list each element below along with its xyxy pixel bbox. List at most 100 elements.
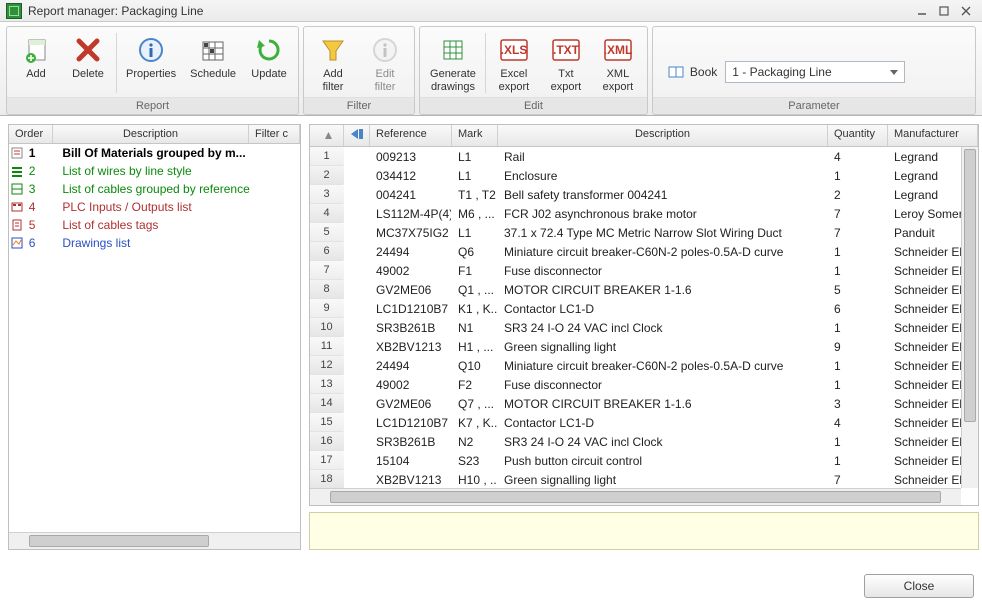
hdr-qty[interactable]: Quantity bbox=[828, 125, 888, 146]
cell-mark: L1 bbox=[452, 150, 498, 164]
hdr-goto[interactable] bbox=[344, 125, 370, 146]
minimize-button[interactable] bbox=[912, 4, 932, 18]
cell-ref: LS112M-4P(4) bbox=[370, 207, 452, 221]
table-row[interactable]: 1715104S23Push button circuit control1Sc… bbox=[310, 451, 978, 470]
cell-qty: 1 bbox=[828, 359, 888, 373]
update-button[interactable]: Update bbox=[243, 29, 295, 97]
cell-desc: Contactor LC1-D bbox=[498, 416, 828, 430]
excel-export-button[interactable]: .XLS Excel export bbox=[488, 29, 540, 97]
cell-qty: 1 bbox=[828, 264, 888, 278]
cell-qty: 1 bbox=[828, 169, 888, 183]
table-row[interactable]: 8GV2ME06Q1 , ...MOTOR CIRCUIT BREAKER 1-… bbox=[310, 280, 978, 299]
cell-mark: N2 bbox=[452, 435, 498, 449]
cell-ref: 15104 bbox=[370, 454, 452, 468]
grid-vscroll[interactable] bbox=[961, 147, 978, 488]
edit-filter-button[interactable]: Edit filter bbox=[359, 29, 411, 97]
maximize-button[interactable] bbox=[934, 4, 954, 18]
row-number: 14 bbox=[310, 394, 344, 413]
table-row[interactable]: 9LC1D1210B7K1 , K...Contactor LC1-D6Schn… bbox=[310, 299, 978, 318]
xml-icon: .XML bbox=[602, 34, 634, 66]
hdr-rownum[interactable]: ▲ bbox=[310, 125, 344, 146]
ribbon-group-parameter: Book 1 - Packaging Line Parameter bbox=[652, 26, 976, 115]
table-row[interactable]: 10SR3B261BN1SR3 24 I-O 24 VAC incl Clock… bbox=[310, 318, 978, 337]
properties-button[interactable]: Properties bbox=[119, 29, 183, 97]
row-number: 10 bbox=[310, 318, 344, 337]
close-window-button[interactable] bbox=[956, 4, 976, 18]
hdr-filter[interactable]: Filter c bbox=[249, 125, 300, 143]
cell-desc: Miniature circuit breaker-C60N-2 poles-0… bbox=[498, 359, 828, 373]
hdr-order[interactable]: Order bbox=[9, 125, 53, 143]
table-row[interactable]: 5MC37X75IG2L137.1 x 72.4 Type MC Metric … bbox=[310, 223, 978, 242]
table-row[interactable]: 11XB2BV1213H1 , ...Green signalling ligh… bbox=[310, 337, 978, 356]
ribbon-group-report: Add Delete Properties Schedule Update Re… bbox=[6, 26, 299, 115]
report-list-row[interactable]: 5List of cables tags bbox=[9, 216, 300, 234]
table-row[interactable]: 14GV2ME06Q7 , ...MOTOR CIRCUIT BREAKER 1… bbox=[310, 394, 978, 413]
table-row[interactable]: 1224494Q10Miniature circuit breaker-C60N… bbox=[310, 356, 978, 375]
cell-mark: H1 , ... bbox=[452, 340, 498, 354]
cell-mark: F2 bbox=[452, 378, 498, 392]
delete-button[interactable]: Delete bbox=[62, 29, 114, 97]
hdr-description[interactable]: Description bbox=[53, 125, 249, 143]
cell-mark: H10 , ... bbox=[452, 473, 498, 487]
add-filter-button[interactable]: Add filter bbox=[307, 29, 359, 97]
report-list-row[interactable]: 2List of wires by line style bbox=[9, 162, 300, 180]
cell-mark: K1 , K... bbox=[452, 302, 498, 316]
table-row[interactable]: 1349002F2Fuse disconnector1Schneider Ele… bbox=[310, 375, 978, 394]
row-icon bbox=[9, 163, 25, 179]
row-desc: Drawings list bbox=[62, 236, 255, 250]
table-row[interactable]: 749002F1Fuse disconnector1Schneider Elec… bbox=[310, 261, 978, 280]
delete-icon bbox=[72, 34, 104, 66]
cell-mark: L1 bbox=[452, 169, 498, 183]
txt-export-button[interactable]: .TXT Txt export bbox=[540, 29, 592, 97]
ribbon: Add Delete Properties Schedule Update Re… bbox=[0, 22, 982, 116]
report-list-row[interactable]: 6Drawings list bbox=[9, 234, 300, 252]
cell-desc: Fuse disconnector bbox=[498, 264, 828, 278]
row-order: 3 bbox=[27, 182, 63, 196]
cell-mark: S23 bbox=[452, 454, 498, 468]
svg-text:.XML: .XML bbox=[604, 43, 633, 57]
close-button[interactable]: Close bbox=[864, 574, 974, 598]
cell-mark: M6 , ... bbox=[452, 207, 498, 221]
cell-mark: Q6 bbox=[452, 245, 498, 259]
table-row[interactable]: 18XB2BV1213H10 , ...Green signalling lig… bbox=[310, 470, 978, 488]
table-row[interactable]: 624494Q6Miniature circuit breaker-C60N-2… bbox=[310, 242, 978, 261]
report-list-row[interactable]: 4PLC Inputs / Outputs list bbox=[9, 198, 300, 216]
cell-mark: Q7 , ... bbox=[452, 397, 498, 411]
book-icon bbox=[668, 65, 684, 79]
cell-ref: LC1D1210B7 bbox=[370, 302, 452, 316]
cell-qty: 4 bbox=[828, 416, 888, 430]
row-order: 4 bbox=[27, 200, 63, 214]
table-row[interactable]: 3004241T1 , T2Bell safety transformer 00… bbox=[310, 185, 978, 204]
xls-icon: .XLS bbox=[498, 34, 530, 66]
report-list-row[interactable]: 3List of cables grouped by reference bbox=[9, 180, 300, 198]
cell-mark: Q1 , ... bbox=[452, 283, 498, 297]
row-desc: Bill Of Materials grouped by m... bbox=[62, 146, 255, 160]
cell-qty: 7 bbox=[828, 207, 888, 221]
group-label-report: Report bbox=[7, 97, 298, 114]
grid-hscroll[interactable] bbox=[310, 488, 961, 505]
cell-ref: 004241 bbox=[370, 188, 452, 202]
row-number: 7 bbox=[310, 261, 344, 280]
xml-export-button[interactable]: .XML XML export bbox=[592, 29, 644, 97]
table-row[interactable]: 16SR3B261BN2SR3 24 I-O 24 VAC incl Clock… bbox=[310, 432, 978, 451]
data-grid-pane: ▲ Reference Mark Description Quantity Ma… bbox=[309, 124, 979, 550]
app-icon bbox=[6, 3, 22, 19]
left-hscroll[interactable] bbox=[9, 532, 300, 549]
hdr-reference[interactable]: Reference bbox=[370, 125, 452, 146]
cell-ref: 49002 bbox=[370, 378, 452, 392]
table-row[interactable]: 1009213L1Rail4Legrand bbox=[310, 147, 978, 166]
report-list-row[interactable]: 1Bill Of Materials grouped by m... bbox=[9, 144, 300, 162]
schedule-button[interactable]: Schedule bbox=[183, 29, 243, 97]
cell-desc: MOTOR CIRCUIT BREAKER 1-1.6 bbox=[498, 397, 828, 411]
table-row[interactable]: 4LS112M-4P(4)M6 , ...FCR J02 asynchronou… bbox=[310, 204, 978, 223]
hdr-desc[interactable]: Description bbox=[498, 125, 828, 146]
table-row[interactable]: 2034412L1Enclosure1Legrand bbox=[310, 166, 978, 185]
cell-desc: Fuse disconnector bbox=[498, 378, 828, 392]
generate-drawings-button[interactable]: Generate drawings bbox=[423, 29, 483, 97]
add-button[interactable]: Add bbox=[10, 29, 62, 97]
hdr-man[interactable]: Manufacturer bbox=[888, 125, 978, 146]
parameter-combo[interactable]: 1 - Packaging Line bbox=[725, 61, 905, 83]
add-icon bbox=[20, 34, 52, 66]
hdr-mark[interactable]: Mark bbox=[452, 125, 498, 146]
table-row[interactable]: 15LC1D1210B7K7 , K...Contactor LC1-D4Sch… bbox=[310, 413, 978, 432]
